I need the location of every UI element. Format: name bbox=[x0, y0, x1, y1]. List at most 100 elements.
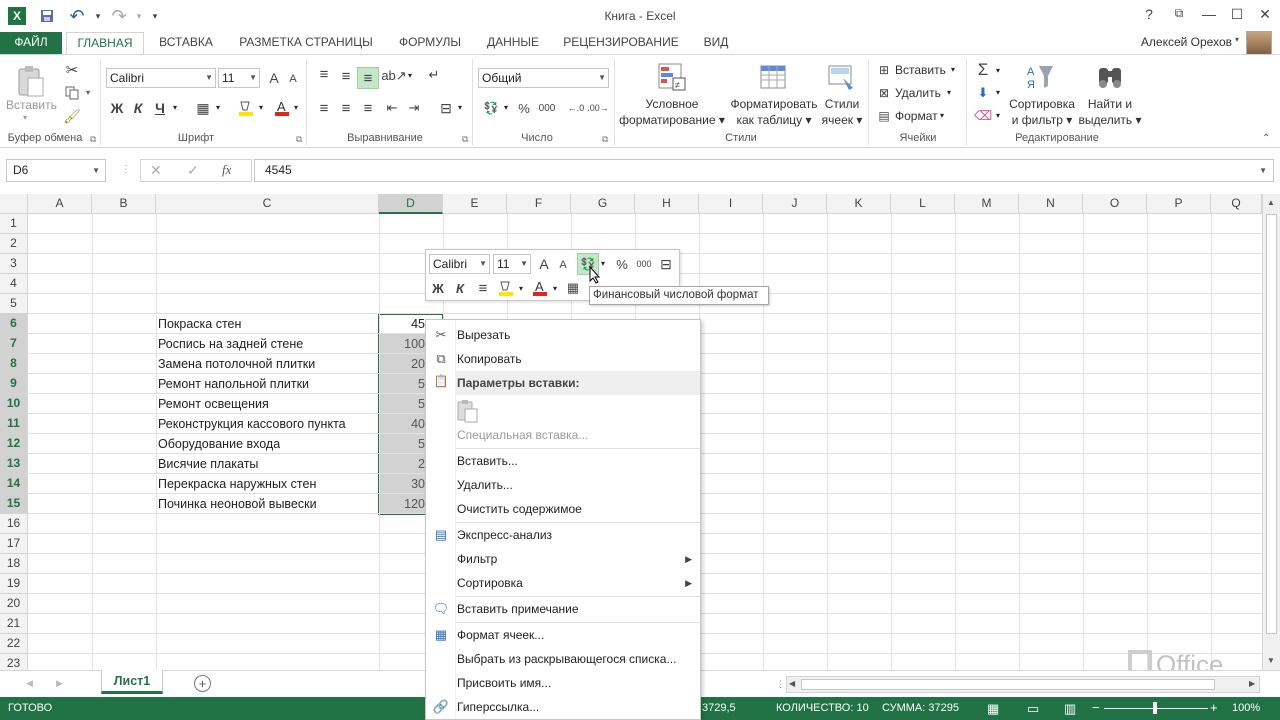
decrease-decimal-icon[interactable]: .00→ bbox=[587, 99, 609, 117]
merge-dropdown-icon[interactable]: ▾ bbox=[458, 103, 462, 112]
row-header[interactable]: 4 bbox=[0, 274, 28, 294]
row-header[interactable]: 12 bbox=[0, 434, 28, 454]
tab-data[interactable]: ДАННЫЕ bbox=[480, 32, 546, 54]
cell-c9[interactable]: Ремонт напольной плитки bbox=[158, 374, 309, 394]
column-header[interactable]: O bbox=[1083, 194, 1147, 214]
row-header[interactable]: 7 bbox=[0, 334, 28, 354]
cell-c6[interactable]: Покраска стен bbox=[158, 314, 241, 334]
align-center-icon[interactable]: ≡ bbox=[336, 99, 356, 117]
mini-italic-button[interactable]: К bbox=[451, 279, 469, 297]
ribbon-display-options-button[interactable]: ⧉ bbox=[1168, 6, 1190, 26]
format-as-table-label2[interactable]: как таблицу ▾ bbox=[730, 113, 818, 127]
row-header[interactable]: 13 bbox=[0, 454, 28, 474]
align-right-icon[interactable]: ≡ bbox=[358, 99, 378, 117]
comma-style-button[interactable]: 000 bbox=[537, 99, 557, 117]
column-header[interactable]: E bbox=[443, 194, 507, 214]
cell-d11[interactable]: 40 bbox=[380, 414, 425, 434]
align-middle-icon[interactable]: ≡ bbox=[336, 67, 356, 85]
cell-d10[interactable]: 5 bbox=[380, 394, 425, 414]
align-left-icon[interactable]: ≡ bbox=[314, 99, 334, 117]
user-name[interactable]: Алексей Орехов bbox=[1100, 35, 1232, 51]
status-average[interactable]: 3729,5 bbox=[702, 702, 736, 714]
copy-icon[interactable] bbox=[62, 84, 82, 102]
zoom-slider-thumb[interactable] bbox=[1153, 702, 1157, 714]
format-cells-dropdown-icon[interactable]: ▾ bbox=[940, 111, 944, 120]
new-sheet-button[interactable]: + bbox=[194, 675, 211, 692]
insert-cells-icon[interactable]: ⊞ bbox=[876, 62, 892, 78]
menu-item-sort[interactable]: Сортировка ▶ bbox=[426, 571, 700, 595]
cell-c12[interactable]: Оборудование входа bbox=[158, 434, 280, 454]
cell-c15[interactable]: Починка неоновой вывески bbox=[158, 494, 317, 514]
row-header[interactable]: 8 bbox=[0, 354, 28, 374]
row-header[interactable]: 6 bbox=[0, 314, 28, 334]
close-button[interactable]: ✕ bbox=[1254, 6, 1276, 26]
row-header[interactable]: 11 bbox=[0, 414, 28, 434]
merge-center-icon[interactable]: ⊟ bbox=[436, 99, 456, 117]
column-header[interactable]: I bbox=[699, 194, 763, 214]
tab-review[interactable]: РЕЦЕНЗИРОВАНИЕ bbox=[558, 32, 684, 54]
column-header[interactable]: G bbox=[571, 194, 635, 214]
accounting-format-icon[interactable]: 💱 bbox=[480, 99, 502, 117]
tab-page-layout[interactable]: РАЗМЕТКА СТРАНИЦЫ bbox=[232, 32, 380, 54]
format-as-table-icon[interactable] bbox=[758, 61, 790, 93]
fill-icon[interactable]: ⬇ bbox=[974, 84, 992, 102]
fill-color-dropdown-icon[interactable]: ▾ bbox=[259, 103, 263, 112]
cell-c13[interactable]: Висячие плакаты bbox=[158, 454, 258, 474]
fill-color-icon[interactable] bbox=[236, 99, 256, 117]
row-header[interactable]: 9 bbox=[0, 374, 28, 394]
menu-item-clear-contents[interactable]: Очистить содержимое bbox=[426, 497, 700, 521]
menu-item-format-cells[interactable]: ▦ Формат ячеек... bbox=[426, 623, 700, 647]
find-select-label2[interactable]: выделить ▾ bbox=[1076, 113, 1144, 127]
column-header[interactable]: L bbox=[891, 194, 955, 214]
column-header[interactable]: B bbox=[92, 194, 156, 214]
paste-icon[interactable] bbox=[14, 63, 48, 101]
normal-view-icon[interactable]: ▦ bbox=[987, 701, 999, 717]
paste-dropdown-icon[interactable]: ▾ bbox=[23, 113, 27, 122]
row-header[interactable]: 14 bbox=[0, 474, 28, 494]
mini-fill-color-icon[interactable] bbox=[496, 279, 516, 297]
row-header[interactable]: 1 bbox=[0, 214, 28, 234]
tab-formulas[interactable]: ФОРМУЛЫ bbox=[392, 32, 468, 54]
column-header[interactable]: P bbox=[1147, 194, 1211, 214]
alignment-launcher-icon[interactable]: ⧉ bbox=[462, 134, 468, 145]
menu-item-insert[interactable]: Вставить... bbox=[426, 449, 700, 473]
orientation-icon[interactable]: ab↗ bbox=[381, 67, 406, 85]
conditional-formatting-icon[interactable]: ≠ bbox=[656, 61, 688, 93]
mini-bold-button[interactable]: Ж bbox=[429, 279, 447, 297]
row-header[interactable]: 10 bbox=[0, 394, 28, 414]
cell-d15[interactable]: 120 bbox=[380, 494, 425, 514]
cell-d14[interactable]: 30 bbox=[380, 474, 425, 494]
name-box[interactable]: D6 ▼ bbox=[6, 159, 106, 182]
cell-styles-label2[interactable]: ячеек ▾ bbox=[818, 113, 866, 127]
row-header[interactable]: 20 bbox=[0, 594, 28, 614]
column-header[interactable]: K bbox=[827, 194, 891, 214]
decrease-indent-icon[interactable]: ⇤ bbox=[382, 99, 402, 117]
find-select-icon[interactable] bbox=[1094, 61, 1126, 93]
column-header[interactable]: N bbox=[1019, 194, 1083, 214]
mini-percent-button[interactable]: % bbox=[614, 255, 630, 273]
find-select-button[interactable]: Найти и bbox=[1082, 97, 1138, 111]
number-format-combo[interactable]: Общий ▼ bbox=[478, 68, 609, 88]
align-top-icon[interactable]: ≡ bbox=[314, 65, 334, 83]
zoom-in-button[interactable]: + bbox=[1210, 700, 1218, 715]
column-header[interactable]: A bbox=[28, 194, 92, 214]
mini-font-color-dropdown-icon[interactable]: ▾ bbox=[553, 284, 557, 293]
format-cells-icon[interactable]: ▤ bbox=[876, 108, 892, 124]
mini-comma-button[interactable]: 000 bbox=[634, 255, 654, 273]
menu-item-copy[interactable]: ⧉ Копировать bbox=[426, 347, 700, 371]
column-header[interactable]: Q bbox=[1211, 194, 1262, 214]
sort-filter-button[interactable]: Сортировка bbox=[1008, 97, 1076, 111]
cell-styles-icon[interactable] bbox=[826, 61, 858, 93]
menu-item-pick-from-list[interactable]: Выбрать из раскрывающегося списка... bbox=[426, 647, 700, 671]
copy-dropdown-icon[interactable]: ▾ bbox=[86, 88, 90, 97]
zoom-level[interactable]: 100% bbox=[1232, 702, 1260, 714]
zoom-out-button[interactable]: − bbox=[1092, 700, 1100, 715]
orientation-dropdown-icon[interactable]: ▾ bbox=[408, 71, 412, 80]
column-header[interactable]: J bbox=[763, 194, 827, 214]
vertical-scrollbar[interactable]: ▲ ▼ bbox=[1262, 194, 1280, 670]
delete-cells-dropdown-icon[interactable]: ▾ bbox=[947, 88, 951, 97]
clear-icon[interactable]: ⌫ bbox=[974, 107, 992, 125]
insert-function-button[interactable]: fx bbox=[222, 162, 231, 178]
collapse-ribbon-icon[interactable]: ⌃ bbox=[1262, 133, 1270, 144]
row-header[interactable]: 22 bbox=[0, 634, 28, 654]
